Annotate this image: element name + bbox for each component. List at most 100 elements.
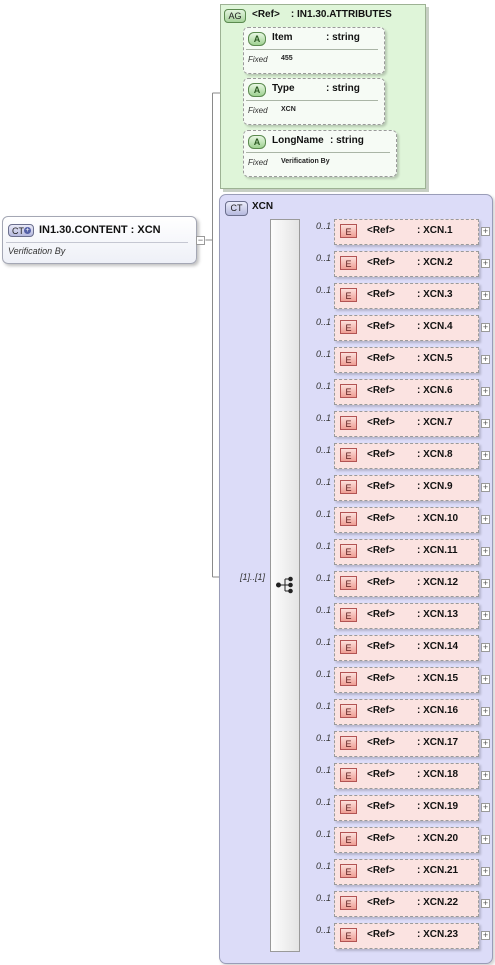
collapse-toggle-icon[interactable]: − [196,236,205,245]
root-badge-label: CT [12,226,24,236]
complex-type-title: XCN [252,201,274,212]
plus-box-icon[interactable]: + [481,547,490,556]
element-box[interactable]: E <Ref>: XCN.9 + [334,475,490,501]
element-box[interactable]: E <Ref>: XCN.18 + [334,763,490,789]
element-ref: <Ref> [367,513,395,524]
element-box[interactable]: E <Ref>: XCN.12 + [334,571,490,597]
attribute-divider [246,49,378,50]
element-box[interactable]: E <Ref>: XCN.4 + [334,315,490,341]
sequence-occurrence: [1]..[1] [240,572,266,582]
element-type: : XCN.20 [417,833,459,844]
element-occurrence: 0..1 [316,413,332,423]
plus-box-icon[interactable]: + [481,643,490,652]
element-type: : XCN.17 [417,737,459,748]
attribute-longname[interactable]: A LongName : string Fixed Verification B… [243,130,397,177]
attribute-badge: A [248,83,266,97]
root-element-box[interactable]: CT + IN1.30.CONTENT : XCN Verification B… [2,216,197,264]
element-box[interactable]: E <Ref>: XCN.19 + [334,795,490,821]
sequence-compositor-icon[interactable] [276,576,294,594]
plus-box-icon[interactable]: + [481,899,490,908]
plus-box-icon[interactable]: + [481,291,490,300]
attribute-name: LongName [272,135,324,146]
element-ref: <Ref> [367,449,395,460]
element-badge: E [340,544,357,558]
plus-box-icon[interactable]: + [481,675,490,684]
plus-box-icon[interactable]: + [481,707,490,716]
element-type: : XCN.4 [417,321,453,332]
element-box[interactable]: E <Ref>: XCN.23 + [334,923,490,949]
plus-box-icon[interactable]: + [481,867,490,876]
element-type: : XCN.11 [417,545,458,556]
attribute-type-attr[interactable]: A Type : string Fixed XCN [243,78,385,125]
plus-box-icon[interactable]: + [481,771,490,780]
element-occurrence: 0..1 [316,861,332,871]
element-type: : XCN.14 [417,641,459,652]
element-box[interactable]: E <Ref>: XCN.17 + [334,731,490,757]
element-occurrence: 0..1 [316,733,332,743]
element-type: : XCN.18 [417,769,459,780]
element-type: : XCN.13 [417,609,459,620]
plus-box-icon[interactable]: + [481,515,490,524]
plus-box-icon[interactable]: + [481,579,490,588]
element-ref: <Ref> [367,225,395,236]
element-type: : XCN.10 [417,513,459,524]
element-type: : XCN.12 [417,577,459,588]
element-box[interactable]: E <Ref>: XCN.6 + [334,379,490,405]
element-box[interactable]: E <Ref>: XCN.21 + [334,859,490,885]
element-box[interactable]: E <Ref>: XCN.10 + [334,507,490,533]
element-box[interactable]: E <Ref>: XCN.3 + [334,283,490,309]
element-box[interactable]: E <Ref>: XCN.20 + [334,827,490,853]
element-badge: E [340,768,357,782]
element-type: : XCN.5 [417,353,453,364]
element-occurrence: 0..1 [316,605,332,615]
element-box[interactable]: E <Ref>: XCN.1 + [334,219,490,245]
plus-box-icon[interactable]: + [481,835,490,844]
fixed-value: XCN [281,106,296,113]
attribute-item[interactable]: A Item : string Fixed 455 [243,27,385,74]
element-box[interactable]: E <Ref>: XCN.5 + [334,347,490,373]
element-box[interactable]: E <Ref>: XCN.13 + [334,603,490,629]
element-occurrence: 0..1 [316,765,332,775]
element-box[interactable]: E <Ref>: XCN.11 + [334,539,490,565]
plus-box-icon[interactable]: + [481,419,490,428]
element-ref: <Ref> [367,737,395,748]
element-ref: <Ref> [367,801,395,812]
element-box[interactable]: E <Ref>: XCN.2 + [334,251,490,277]
element-box[interactable]: E <Ref>: XCN.15 + [334,667,490,693]
plus-box-icon[interactable]: + [481,611,490,620]
element-badge: E [340,704,357,718]
element-type: : XCN.19 [417,801,459,812]
element-type: : XCN.22 [417,897,459,908]
element-occurrence: 0..1 [316,669,332,679]
element-ref: <Ref> [367,385,395,396]
plus-box-icon[interactable]: + [481,451,490,460]
element-badge: E [340,896,357,910]
element-type: : XCN.1 [417,225,453,236]
element-type: : XCN.21 [417,865,459,876]
element-box[interactable]: E <Ref>: XCN.7 + [334,411,490,437]
root-divider [6,242,188,243]
plus-box-icon[interactable]: + [481,931,490,940]
root-annotation: Verification By [8,246,66,256]
element-box[interactable]: E <Ref>: XCN.22 + [334,891,490,917]
element-box[interactable]: E <Ref>: XCN.14 + [334,635,490,661]
plus-box-icon[interactable]: + [481,803,490,812]
element-ref: <Ref> [367,577,395,588]
plus-box-icon[interactable]: + [481,259,490,268]
plus-circle-icon: + [24,227,31,234]
plus-box-icon[interactable]: + [481,739,490,748]
element-box[interactable]: E <Ref>: XCN.8 + [334,443,490,469]
attribute-badge: A [248,135,266,149]
attribute-name: Type [272,83,295,94]
element-ref: <Ref> [367,929,395,940]
element-ref: <Ref> [367,609,395,620]
plus-box-icon[interactable]: + [481,387,490,396]
plus-box-icon[interactable]: + [481,227,490,236]
attribute-group-box[interactable]: AG <Ref> : IN1.30.ATTRIBUTES A Item : st… [220,4,426,189]
plus-box-icon[interactable]: + [481,355,490,364]
element-box[interactable]: E <Ref>: XCN.16 + [334,699,490,725]
element-badge: E [340,832,357,846]
plus-box-icon[interactable]: + [481,483,490,492]
plus-box-icon[interactable]: + [481,323,490,332]
element-occurrence: 0..1 [316,381,332,391]
